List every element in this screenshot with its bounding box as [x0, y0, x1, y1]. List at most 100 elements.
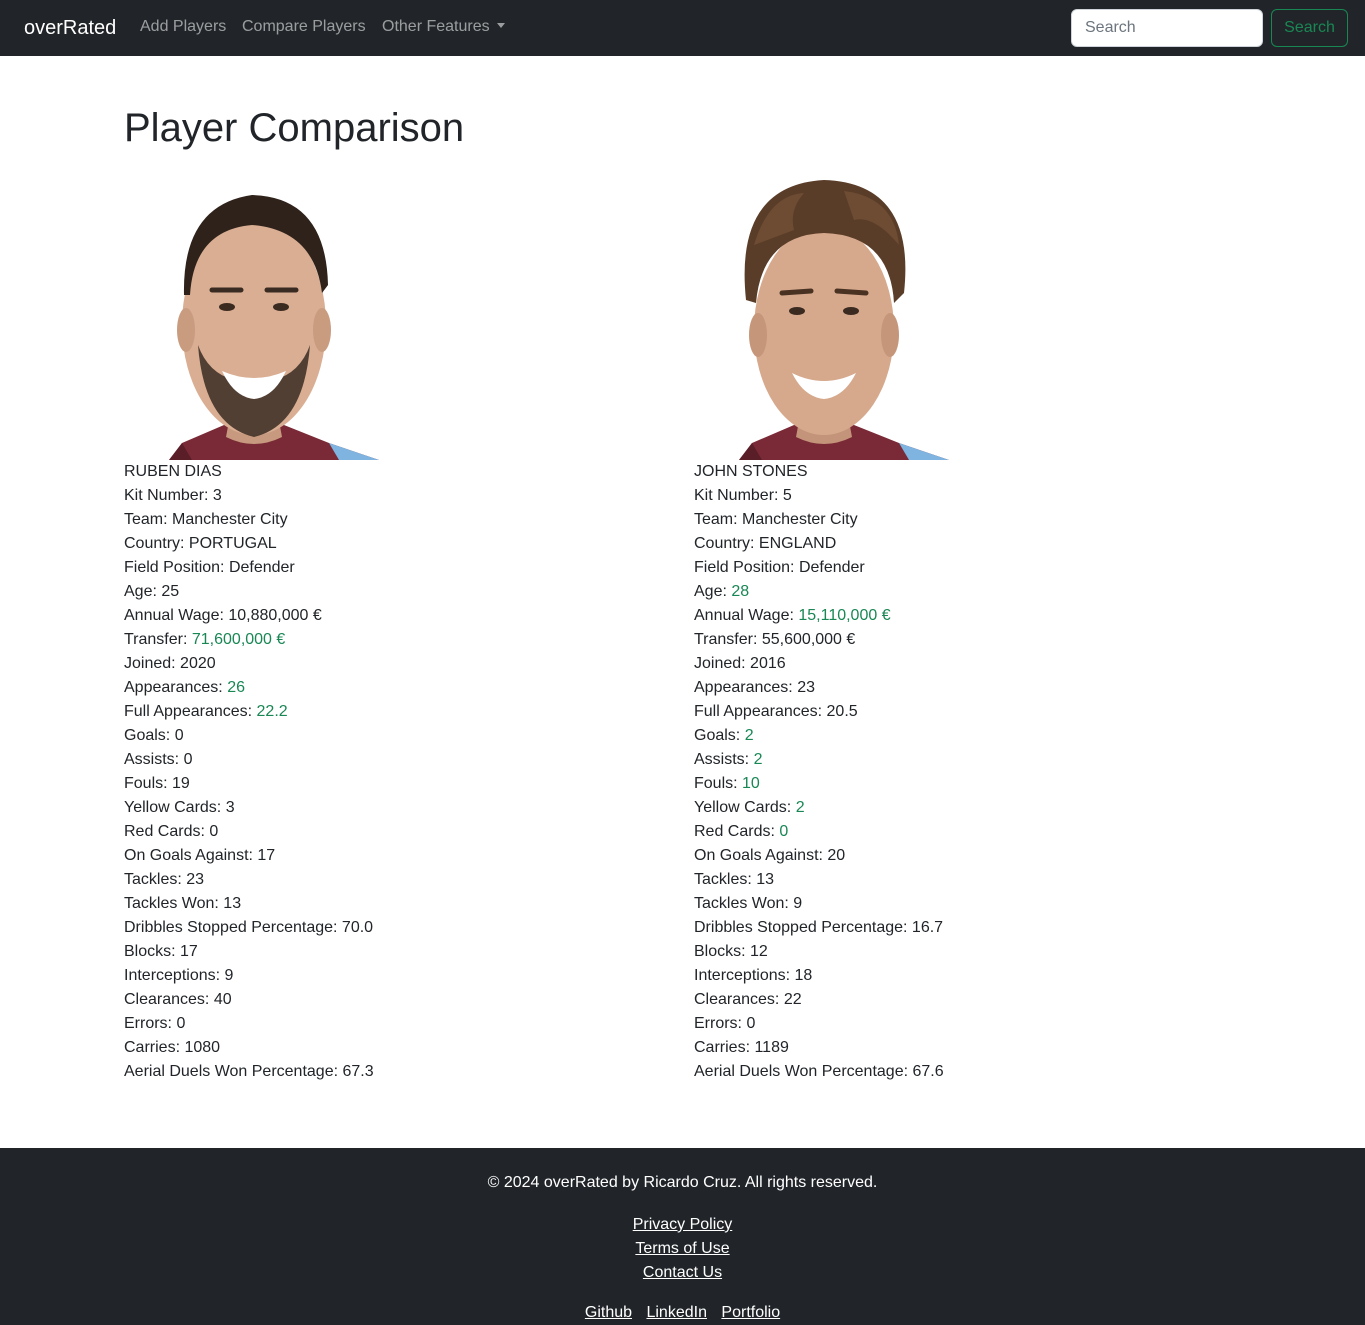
nav-dropdown-label: Other Features	[382, 18, 490, 35]
stat-label: Transfer:	[694, 631, 762, 648]
stat-label: Full Appearances:	[124, 703, 257, 720]
footer: © 2024 overRated by Ricardo Cruz. All ri…	[0, 1148, 1365, 1325]
stat-value: 25	[161, 583, 180, 600]
navbar: overRated Add Players Compare Players Ot…	[0, 0, 1365, 56]
stat-label: Team:	[694, 511, 743, 528]
terms-of-use-link[interactable]: Terms of Use	[0, 1237, 1365, 1261]
stat-row: Full Appearances: 22.2	[124, 700, 684, 724]
stat-row: Carries: 1080	[124, 1036, 684, 1060]
stat-label: On Goals Against:	[124, 847, 258, 864]
stat-row: Annual Wage: 10,880,000 €	[124, 604, 684, 628]
stat-label: Blocks:	[694, 943, 751, 960]
stat-label: Country:	[694, 535, 759, 552]
stat-label: Aerial Duels Won Percentage:	[124, 1063, 343, 1080]
page-title: Player Comparison	[124, 106, 465, 150]
github-link[interactable]: Github	[585, 1304, 632, 1321]
stat-label: Red Cards:	[694, 823, 780, 840]
stat-row: Errors: 0	[694, 1012, 1254, 1036]
stat-row: Blocks: 12	[694, 940, 1254, 964]
brand-logo-link[interactable]: overRated	[24, 15, 116, 41]
stat-row: Aerial Duels Won Percentage: 67.3	[124, 1060, 684, 1084]
contact-us-link[interactable]: Contact Us	[0, 1261, 1365, 1285]
player-stats-list: JOHN STONES Kit Number: 5 Team: Mancheste…	[694, 460, 1254, 1084]
stat-value: Manchester City	[172, 511, 288, 528]
footer-copyright: © 2024 overRated by Ricardo Cruz. All ri…	[487, 1174, 878, 1191]
stat-label: Carries:	[124, 1039, 185, 1056]
privacy-policy-link[interactable]: Privacy Policy	[0, 1213, 1365, 1237]
search-input[interactable]	[1071, 9, 1263, 47]
stat-row: Country: ENGLAND	[694, 532, 1254, 556]
stat-label: Fouls:	[124, 775, 173, 792]
stat-value: 1080	[184, 1039, 221, 1056]
stat-value: 17	[180, 943, 198, 960]
stat-label: Goals:	[124, 727, 175, 744]
stat-value: 28	[731, 583, 750, 600]
stat-value: 13	[223, 895, 242, 912]
stat-value: 10,880,000 €	[228, 607, 322, 624]
stat-label: Annual Wage:	[694, 607, 799, 624]
stat-value: 40	[213, 991, 232, 1008]
stat-value: 2020	[180, 655, 216, 672]
stat-label: Goals:	[694, 727, 745, 744]
stat-value: 5	[782, 487, 792, 504]
stat-value: 9	[224, 967, 234, 984]
stat-value: Manchester City	[742, 511, 858, 528]
nav-link-add-players[interactable]: Add Players	[140, 17, 226, 37]
stat-row: Clearances: 40	[124, 988, 684, 1012]
stat-row: Errors: 0	[124, 1012, 684, 1036]
stat-label: Assists:	[124, 751, 184, 768]
stat-label: Age:	[124, 583, 162, 600]
player-photo	[739, 180, 949, 460]
stat-row: Goals: 2	[694, 724, 1254, 748]
stat-value: 13	[756, 871, 775, 888]
stat-row: Carries: 1189	[694, 1036, 1254, 1060]
stat-row: Appearances: 26	[124, 676, 684, 700]
stat-value: 0	[183, 751, 193, 768]
stat-row: Team: Manchester City	[124, 508, 684, 532]
stat-value: PORTUGAL	[188, 535, 277, 552]
stat-row: Transfer: 55,600,000 €	[694, 628, 1254, 652]
stat-row: Yellow Cards: 3	[124, 796, 684, 820]
stat-label: Carries:	[694, 1039, 755, 1056]
stat-label: Annual Wage:	[124, 607, 229, 624]
stat-row: Blocks: 17	[124, 940, 684, 964]
stat-label: Clearances:	[124, 991, 214, 1008]
stat-row: Age: 28	[694, 580, 1254, 604]
player-card-1: RUBEN DIAS Kit Number: 3 Team: Manchester…	[124, 175, 684, 1084]
stat-label: Tackles:	[694, 871, 757, 888]
stat-label: Blocks:	[124, 943, 181, 960]
stat-value: 2	[744, 727, 754, 744]
stat-label: Tackles Won:	[694, 895, 794, 912]
stat-value: 12	[750, 943, 768, 960]
footer-social-links: Github LinkedIn Portfolio	[0, 1301, 1365, 1325]
nav-dropdown-other-features[interactable]: Other Features	[382, 17, 505, 37]
stat-value: 0	[779, 823, 789, 840]
stat-label: Errors:	[694, 1015, 747, 1032]
stat-row: On Goals Against: 17	[124, 844, 684, 868]
stat-row: Country: PORTUGAL	[124, 532, 684, 556]
stat-label: Transfer:	[124, 631, 192, 648]
stat-value: 0	[174, 727, 184, 744]
stat-row: Interceptions: 9	[124, 964, 684, 988]
stat-label: Assists:	[694, 751, 754, 768]
stat-row: Fouls: 19	[124, 772, 684, 796]
stat-label: Aerial Duels Won Percentage:	[694, 1063, 913, 1080]
search-button[interactable]: Search	[1271, 9, 1348, 47]
stat-label: Fouls:	[694, 775, 743, 792]
stat-row: Tackles Won: 13	[124, 892, 684, 916]
stat-row: Tackles: 23	[124, 868, 684, 892]
linkedin-link[interactable]: LinkedIn	[646, 1304, 707, 1321]
stat-label: Appearances:	[694, 679, 798, 696]
stat-row: Annual Wage: 15,110,000 €	[694, 604, 1254, 628]
stat-row: Red Cards: 0	[694, 820, 1254, 844]
stat-value: 2	[795, 799, 805, 816]
stat-value: 23	[797, 679, 815, 696]
stat-value: 22	[783, 991, 802, 1008]
portfolio-link[interactable]: Portfolio	[721, 1304, 780, 1321]
stat-label: Interceptions:	[694, 967, 795, 984]
stat-label: Dribbles Stopped Percentage:	[694, 919, 912, 936]
nav-link-compare-players[interactable]: Compare Players	[242, 17, 366, 37]
stat-value: 67.6	[912, 1063, 944, 1080]
stat-label: Errors:	[124, 1015, 177, 1032]
stat-value: 2016	[750, 655, 786, 672]
